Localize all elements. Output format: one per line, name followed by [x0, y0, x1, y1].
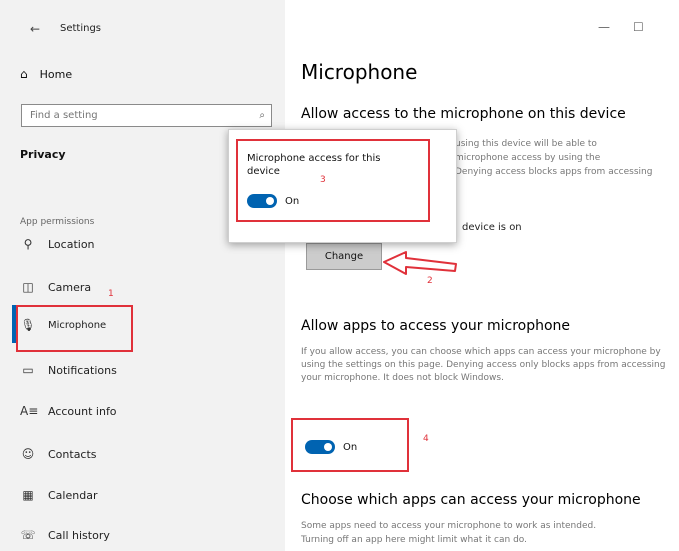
- home-label: Home: [39, 67, 73, 81]
- sidebar-item-call-history[interactable]: ☏ Call history: [20, 528, 110, 542]
- minimize-icon[interactable]: —: [598, 20, 610, 34]
- maximize-icon[interactable]: ☐: [633, 20, 644, 34]
- sidebar-item-label: Account info: [48, 404, 117, 418]
- back-arrow-icon[interactable]: ←: [30, 22, 40, 36]
- app-title: Settings: [60, 23, 102, 34]
- sidebar-item-label: Contacts: [48, 447, 97, 461]
- sidebar-item-notifications[interactable]: ▭ Notifications: [20, 363, 117, 377]
- choose-apps-heading: Choose which apps can access your microp…: [301, 492, 641, 508]
- sidebar-item-account-info[interactable]: A≡ Account info: [20, 404, 117, 418]
- group-header-app-permissions: App permissions: [20, 217, 95, 227]
- annotation-number-1: 1: [108, 289, 114, 299]
- annotation-arrow-icon: [383, 251, 457, 275]
- allow-apps-heading: Allow apps to access your microphone: [301, 318, 571, 334]
- search-input[interactable]: [22, 109, 252, 122]
- sidebar-item-label: Location: [48, 237, 95, 251]
- annotation-number-4: 4: [423, 434, 429, 444]
- allow-device-desc-line: microphone access by using the: [455, 153, 601, 163]
- choose-apps-desc-line: Turning off an app here might limit what…: [301, 535, 527, 545]
- settings-search-box[interactable]: ⌕: [21, 104, 272, 127]
- call-history-icon: ☏: [20, 528, 36, 542]
- settings-sidebar: ← Settings ⌂ Home ⌕ Privacy App permissi…: [0, 0, 285, 551]
- contacts-icon: ☺: [21, 447, 35, 461]
- sidebar-item-label: Call history: [48, 528, 110, 542]
- calendar-icon: ▦: [22, 488, 34, 502]
- annotation-number-3: 3: [320, 175, 326, 185]
- notifications-icon: ▭: [22, 363, 34, 377]
- device-access-status: device is on: [462, 222, 522, 233]
- section-title-privacy: Privacy: [20, 148, 66, 161]
- sidebar-item-location[interactable]: ⚲ Location: [20, 237, 95, 251]
- annotation-box-4: [291, 418, 409, 472]
- allow-device-desc-line: using this device will be able to: [455, 139, 597, 149]
- annotation-box-3: [236, 139, 430, 222]
- sidebar-item-calendar[interactable]: ▦ Calendar: [20, 488, 97, 502]
- sidebar-item-label: Notifications: [48, 363, 117, 377]
- sidebar-item-contacts[interactable]: ☺ Contacts: [20, 447, 97, 461]
- home-icon: ⌂: [20, 67, 28, 81]
- camera-icon: ◫: [22, 280, 34, 294]
- home-link[interactable]: ⌂ Home: [20, 67, 72, 81]
- allow-apps-description: If you allow access, you can choose whic…: [301, 347, 666, 383]
- search-icon[interactable]: ⌕: [259, 110, 265, 121]
- account-info-icon: A≡: [20, 404, 39, 418]
- change-button[interactable]: Change: [306, 243, 382, 270]
- allow-device-heading: Allow access to the microphone on this d…: [301, 106, 626, 122]
- sidebar-item-camera[interactable]: ◫ Camera: [20, 280, 91, 294]
- allow-device-desc-line: Denying access blocks apps from accessin…: [455, 167, 653, 177]
- annotation-box-1: [16, 305, 133, 352]
- location-icon: ⚲: [23, 237, 33, 251]
- choose-apps-desc-line: Some apps need to access your microphone…: [301, 521, 597, 531]
- page-title: Microphone: [301, 60, 418, 84]
- sidebar-item-label: Camera: [48, 280, 92, 294]
- sidebar-item-label: Calendar: [48, 488, 98, 502]
